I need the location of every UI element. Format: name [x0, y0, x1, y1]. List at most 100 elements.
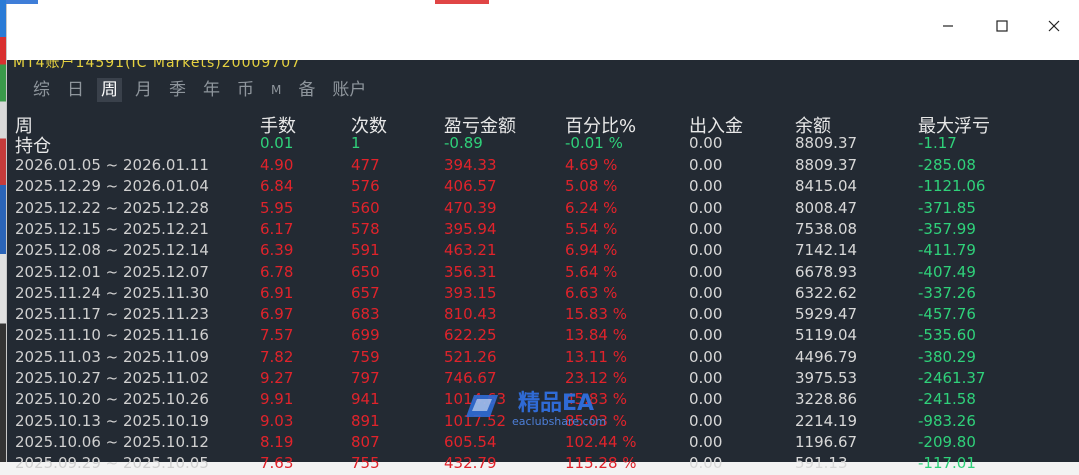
cell-pnl: 605.54 [444, 432, 497, 451]
cell-inout: 0.00 [689, 305, 723, 324]
cell-week: 2025.12.15 ~ 2025.12.21 [15, 219, 209, 238]
tab-5[interactable]: 年 [199, 78, 224, 102]
cell-balance: 5929.47 [795, 305, 858, 324]
cell-count: 650 [351, 262, 380, 281]
report-window: MT4账户14591(IC Markets)20009707 综日周月季年币M备… [6, 4, 1079, 472]
cell-week: 2025.10.20 ~ 2025.10.26 [15, 390, 209, 409]
cell-pnl: 622.25 [444, 326, 497, 345]
watermark: 精品EA eaclubshare.com [462, 385, 662, 435]
cell-lots: 9.27 [260, 369, 294, 387]
cell-balance: 8415.04 [795, 177, 858, 196]
cell-pct: 6.24 % [565, 198, 618, 217]
cell-maxdd: -457.76 [918, 305, 976, 324]
cell-inout: 0.00 [689, 411, 723, 430]
cell-count: 891 [351, 411, 380, 430]
tab-3[interactable]: 月 [131, 78, 156, 102]
cell-lots: 6.17 [260, 219, 294, 238]
cell-maxdd: -371.85 [918, 198, 976, 217]
cell-maxdd: -407.49 [918, 262, 976, 281]
cell-count: 576 [351, 177, 380, 196]
close-icon [1048, 20, 1060, 32]
cell-count: 941 [351, 390, 380, 409]
cell-maxdd: -380.29 [918, 347, 976, 366]
tab-1[interactable]: 日 [63, 78, 88, 102]
cell-balance: 1196.67 [795, 432, 858, 451]
minimize-button[interactable] [925, 12, 971, 40]
table-row: 2025.12.29 ~ 2026.01.04 6.84 576 406.57 5.08… [7, 177, 1079, 198]
holding-maxdd: -1.17 [918, 134, 957, 152]
cell-lots: 4.90 [260, 156, 294, 174]
cell-week: 2025.10.06 ~ 2025.10.12 [15, 432, 209, 451]
cell-pnl: 395.94 [444, 219, 497, 238]
cell-count: 657 [351, 283, 380, 302]
cell-count: 699 [351, 326, 380, 345]
tab-2[interactable]: 周 [97, 78, 122, 102]
tab-9[interactable]: 账户 [328, 78, 370, 102]
cell-pct: 5.08 % [565, 177, 618, 196]
cell-lots: 6.78 [260, 262, 294, 281]
cell-balance: 5119.04 [795, 326, 858, 345]
cell-balance: 6322.62 [795, 283, 858, 302]
report-panel: MT4账户14591(IC Markets)20009707 综日周月季年币M备… [7, 60, 1079, 472]
cell-count: 683 [351, 305, 380, 324]
cell-balance: 8809.37 [795, 156, 858, 174]
cell-inout: 0.00 [689, 454, 723, 473]
holding-pct: -0.01 % [565, 134, 623, 152]
period-tabs: 综日周月季年币 M 备账户 [29, 78, 379, 104]
cell-count: 797 [351, 369, 380, 387]
tab-7[interactable]: M [267, 78, 285, 102]
cell-week: 2025.11.10 ~ 2025.11.16 [15, 326, 209, 345]
cell-lots: 5.95 [260, 198, 294, 217]
cell-lots: 7.63 [260, 454, 294, 473]
cell-week: 2025.12.08 ~ 2025.12.14 [15, 241, 209, 260]
cell-balance: 3228.86 [795, 390, 858, 409]
cell-week: 2025.11.03 ~ 2025.11.09 [15, 347, 209, 366]
cell-pnl: 521.26 [444, 347, 497, 366]
watermark-title: 精品EA [518, 391, 595, 416]
cell-balance: 7538.08 [795, 219, 858, 238]
table-row: 2025.11.03 ~ 2025.11.09 7.82 759 521.26 13.1… [7, 348, 1079, 369]
cell-week: 2025.12.01 ~ 2025.12.07 [15, 262, 209, 281]
cell-maxdd: -1121.06 [918, 177, 986, 196]
cell-pct: 15.83 % [565, 305, 627, 324]
cell-pct: 5.64 % [565, 262, 618, 281]
cell-count: 755 [351, 454, 380, 473]
cell-pct: 6.94 % [565, 241, 618, 260]
table-row: 2025.12.08 ~ 2025.12.14 6.39 591 463.21 6.94… [7, 241, 1079, 262]
cell-balance: 6678.93 [795, 262, 858, 281]
cell-lots: 7.57 [260, 326, 294, 345]
cell-week: 2025.12.29 ~ 2026.01.04 [15, 177, 209, 196]
cell-inout: 0.00 [689, 241, 723, 260]
maximize-button[interactable] [979, 12, 1025, 40]
table-row: 2025.09.29 ~ 2025.10.05 7.63 755 432.79 115.… [7, 454, 1079, 475]
cell-maxdd: -2461.37 [918, 369, 986, 387]
cell-count: 560 [351, 198, 380, 217]
tab-4[interactable]: 季 [165, 78, 190, 102]
close-button[interactable] [1031, 12, 1077, 40]
cell-pnl: 356.31 [444, 262, 497, 281]
holding-count: 1 [351, 134, 361, 152]
tab-8[interactable]: 备 [294, 78, 319, 102]
cell-pnl: 463.21 [444, 241, 497, 260]
cell-pct: 6.63 % [565, 283, 618, 302]
cell-inout: 0.00 [689, 283, 723, 302]
tab-0[interactable]: 综 [29, 78, 54, 102]
cell-count: 807 [351, 432, 380, 451]
tab-6[interactable]: 币 [233, 78, 258, 102]
cell-maxdd: -357.99 [918, 219, 976, 238]
cell-count: 591 [351, 241, 380, 260]
cell-week: 2025.10.27 ~ 2025.11.02 [15, 369, 209, 387]
cell-balance: 2214.19 [795, 411, 858, 430]
table-row: 2026.01.05 ~ 2026.01.11 4.90 477 394.33 4.69… [7, 156, 1079, 177]
cell-inout: 0.00 [689, 432, 723, 451]
cell-pnl: 394.33 [444, 156, 497, 174]
cell-inout: 0.00 [689, 198, 723, 217]
cell-week: 2025.12.22 ~ 2025.12.28 [15, 198, 209, 217]
cell-balance: 8008.47 [795, 198, 858, 217]
cell-inout: 0.00 [689, 369, 723, 387]
cell-pct: 5.54 % [565, 219, 618, 238]
cell-pct: 4.69 % [565, 156, 618, 174]
holding-row: 持仓 0.01 1 -0.89 -0.01 % 0.00 8809.37 -1.… [7, 134, 1079, 157]
cell-lots: 8.19 [260, 432, 294, 451]
watermark-url: eaclubshare.com [512, 415, 607, 428]
